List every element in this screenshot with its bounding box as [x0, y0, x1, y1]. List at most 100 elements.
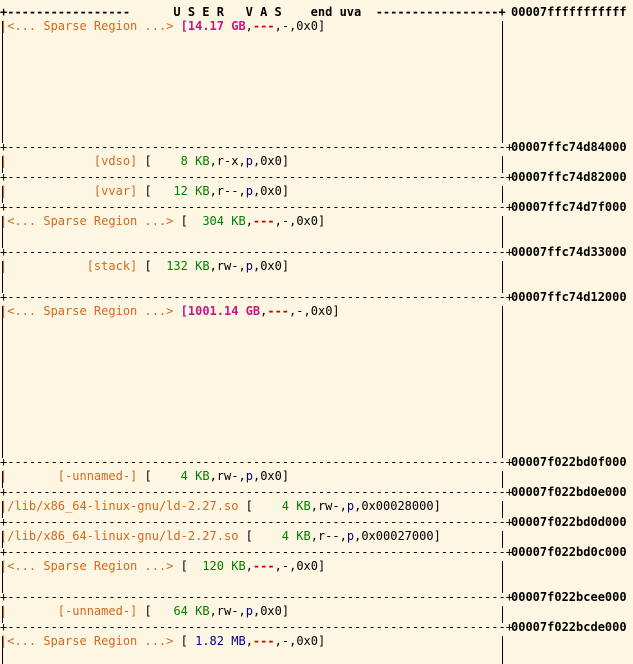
region-name: /lib/x86_64-linux-gnu/ld-2.27.so [7, 529, 239, 543]
header-end-label: end uva [310, 5, 362, 19]
region-size: 132 KB [166, 259, 210, 273]
region-perms: r-- [216, 184, 239, 198]
region-separator: +---------------------------------------… [0, 290, 513, 304]
region-perms: r-x [216, 154, 239, 168]
region-perms: rw- [216, 469, 239, 483]
region-separator: +---------------------------------------… [0, 200, 513, 214]
region-offset: 0x0] [296, 19, 326, 33]
region-size: 1001.14 GB [187, 304, 261, 318]
region-flag: - [281, 559, 290, 573]
boundary-address: 00007ffc74d12000 [511, 290, 627, 304]
region-row: |<... Sparse Region ...> [ 120 KB,---,-,… [0, 559, 326, 573]
boundary-address: 00007ffc74d84000 [511, 140, 627, 154]
region-left-border [2, 306, 3, 458]
region-offset: 0x00028000] [361, 499, 441, 513]
region-flag: - [296, 304, 304, 318]
region-offset: 0x0] [260, 604, 290, 618]
region-flag: - [281, 19, 290, 33]
region-perms: --- [252, 214, 275, 228]
region-separator: +---------------------------------------… [0, 545, 513, 559]
region-right-border [502, 636, 503, 664]
region-right-border [502, 261, 503, 293]
region-size: 64 KB [173, 604, 210, 618]
region-name: [-unnamed-] [57, 604, 138, 618]
terminal-window: +----------------- U S E R V A S end uva… [0, 0, 633, 664]
region-separator: +---------------------------------------… [0, 515, 513, 529]
region-separator: +---------------------------------------… [0, 140, 513, 154]
region-name: /lib/x86_64-linux-gnu/ld-2.27.so [7, 499, 239, 513]
region-size: 120 KB [202, 559, 246, 573]
region-perms: rw- [317, 499, 340, 513]
region-offset: 0x0] [260, 184, 290, 198]
header-title: U S E R V A S [173, 5, 282, 19]
region-row: | [stack] [ 132 KB,rw-,p,0x0] [0, 259, 290, 273]
region-size: 4 KB [281, 499, 311, 513]
region-separator: +---------------------------------------… [0, 485, 513, 499]
region-flag: p [346, 499, 355, 513]
header-line: +----------------- U S E R V A S end uva… [0, 5, 506, 19]
boundary-address: 00007ffc74d7f000 [511, 200, 627, 214]
region-separator: +---------------------------------------… [0, 620, 513, 634]
region-size: 8 KB [180, 154, 210, 168]
region-offset: 0x0] [260, 469, 290, 483]
region-offset: 0x0] [260, 259, 290, 273]
boundary-address: 00007f022bcee000 [511, 590, 627, 604]
region-name: <... Sparse Region ...> [7, 559, 174, 573]
region-flag: p [245, 154, 253, 168]
region-right-border [502, 561, 503, 593]
region-row: | [vvar] [ 12 KB,r--,p,0x0] [0, 184, 290, 198]
region-size: 304 KB [202, 214, 246, 228]
region-offset: 0x0] [296, 214, 326, 228]
region-name: <... Sparse Region ...> [7, 19, 174, 33]
region-row: |<... Sparse Region ...> [14.17 GB,---,-… [0, 19, 326, 33]
region-offset: 0x0] [310, 304, 340, 318]
region-separator: +---------------------------------------… [0, 170, 513, 184]
region-name: [vvar] [93, 184, 138, 198]
boundary-address: 00007f022bd0f000 [511, 455, 627, 469]
region-row: |<... Sparse Region ...> [1001.14 GB,---… [0, 304, 340, 318]
region-size: 4 KB [180, 469, 210, 483]
region-size: 14.17 GB [187, 19, 246, 33]
region-row: | [vdso] [ 8 KB,r-x,p,0x0] [0, 154, 290, 168]
boundary-address: 00007fffffffffff [511, 5, 627, 19]
region-flag: p [245, 604, 253, 618]
region-flag: p [245, 469, 253, 483]
region-size: 12 KB [173, 184, 210, 198]
boundary-address: 00007f022bd0e000 [511, 485, 627, 499]
region-name: <... Sparse Region ...> [7, 634, 174, 648]
region-row: |<... Sparse Region ...> [ 1.82 MB,---,-… [0, 634, 326, 648]
region-size: 4 KB [281, 529, 311, 543]
region-name: [stack] [86, 259, 138, 273]
region-flag: p [245, 259, 253, 273]
region-perms: --- [252, 559, 275, 573]
boundary-address: 00007f022bcde000 [511, 620, 627, 634]
region-name: [vdso] [93, 154, 138, 168]
region-perms: r-- [317, 529, 340, 543]
region-separator: +---------------------------------------… [0, 590, 513, 604]
region-flag: - [281, 634, 290, 648]
region-row: | [-unnamed-] [ 4 KB,rw-,p,0x0] [0, 469, 290, 483]
boundary-address: 00007ffc74d33000 [511, 245, 627, 259]
region-row: | [-unnamed-] [ 64 KB,rw-,p,0x0] [0, 604, 290, 618]
region-row: |/lib/x86_64-linux-gnu/ld-2.27.so [ 4 KB… [0, 499, 441, 513]
region-flag: p [346, 529, 355, 543]
boundary-address: 00007f022bd0c000 [511, 545, 627, 559]
region-perms: --- [252, 19, 275, 33]
region-name: [-unnamed-] [57, 469, 138, 483]
region-separator: +---------------------------------------… [0, 245, 513, 259]
region-left-border [2, 21, 3, 143]
region-flag: p [245, 184, 253, 198]
region-perms: rw- [216, 259, 239, 273]
region-right-border [502, 306, 503, 458]
region-row: |<... Sparse Region ...> [ 304 KB,---,-,… [0, 214, 326, 228]
region-name: <... Sparse Region ...> [7, 304, 174, 318]
region-offset: 0x00027000] [361, 529, 441, 543]
region-right-border [502, 216, 503, 248]
region-offset: 0x0] [260, 154, 290, 168]
region-name: <... Sparse Region ...> [7, 214, 174, 228]
region-right-border [502, 21, 503, 143]
region-flag: - [281, 214, 290, 228]
region-offset: 0x0] [296, 634, 326, 648]
region-perms: --- [267, 304, 290, 318]
boundary-address: 00007f022bd0d000 [511, 515, 627, 529]
